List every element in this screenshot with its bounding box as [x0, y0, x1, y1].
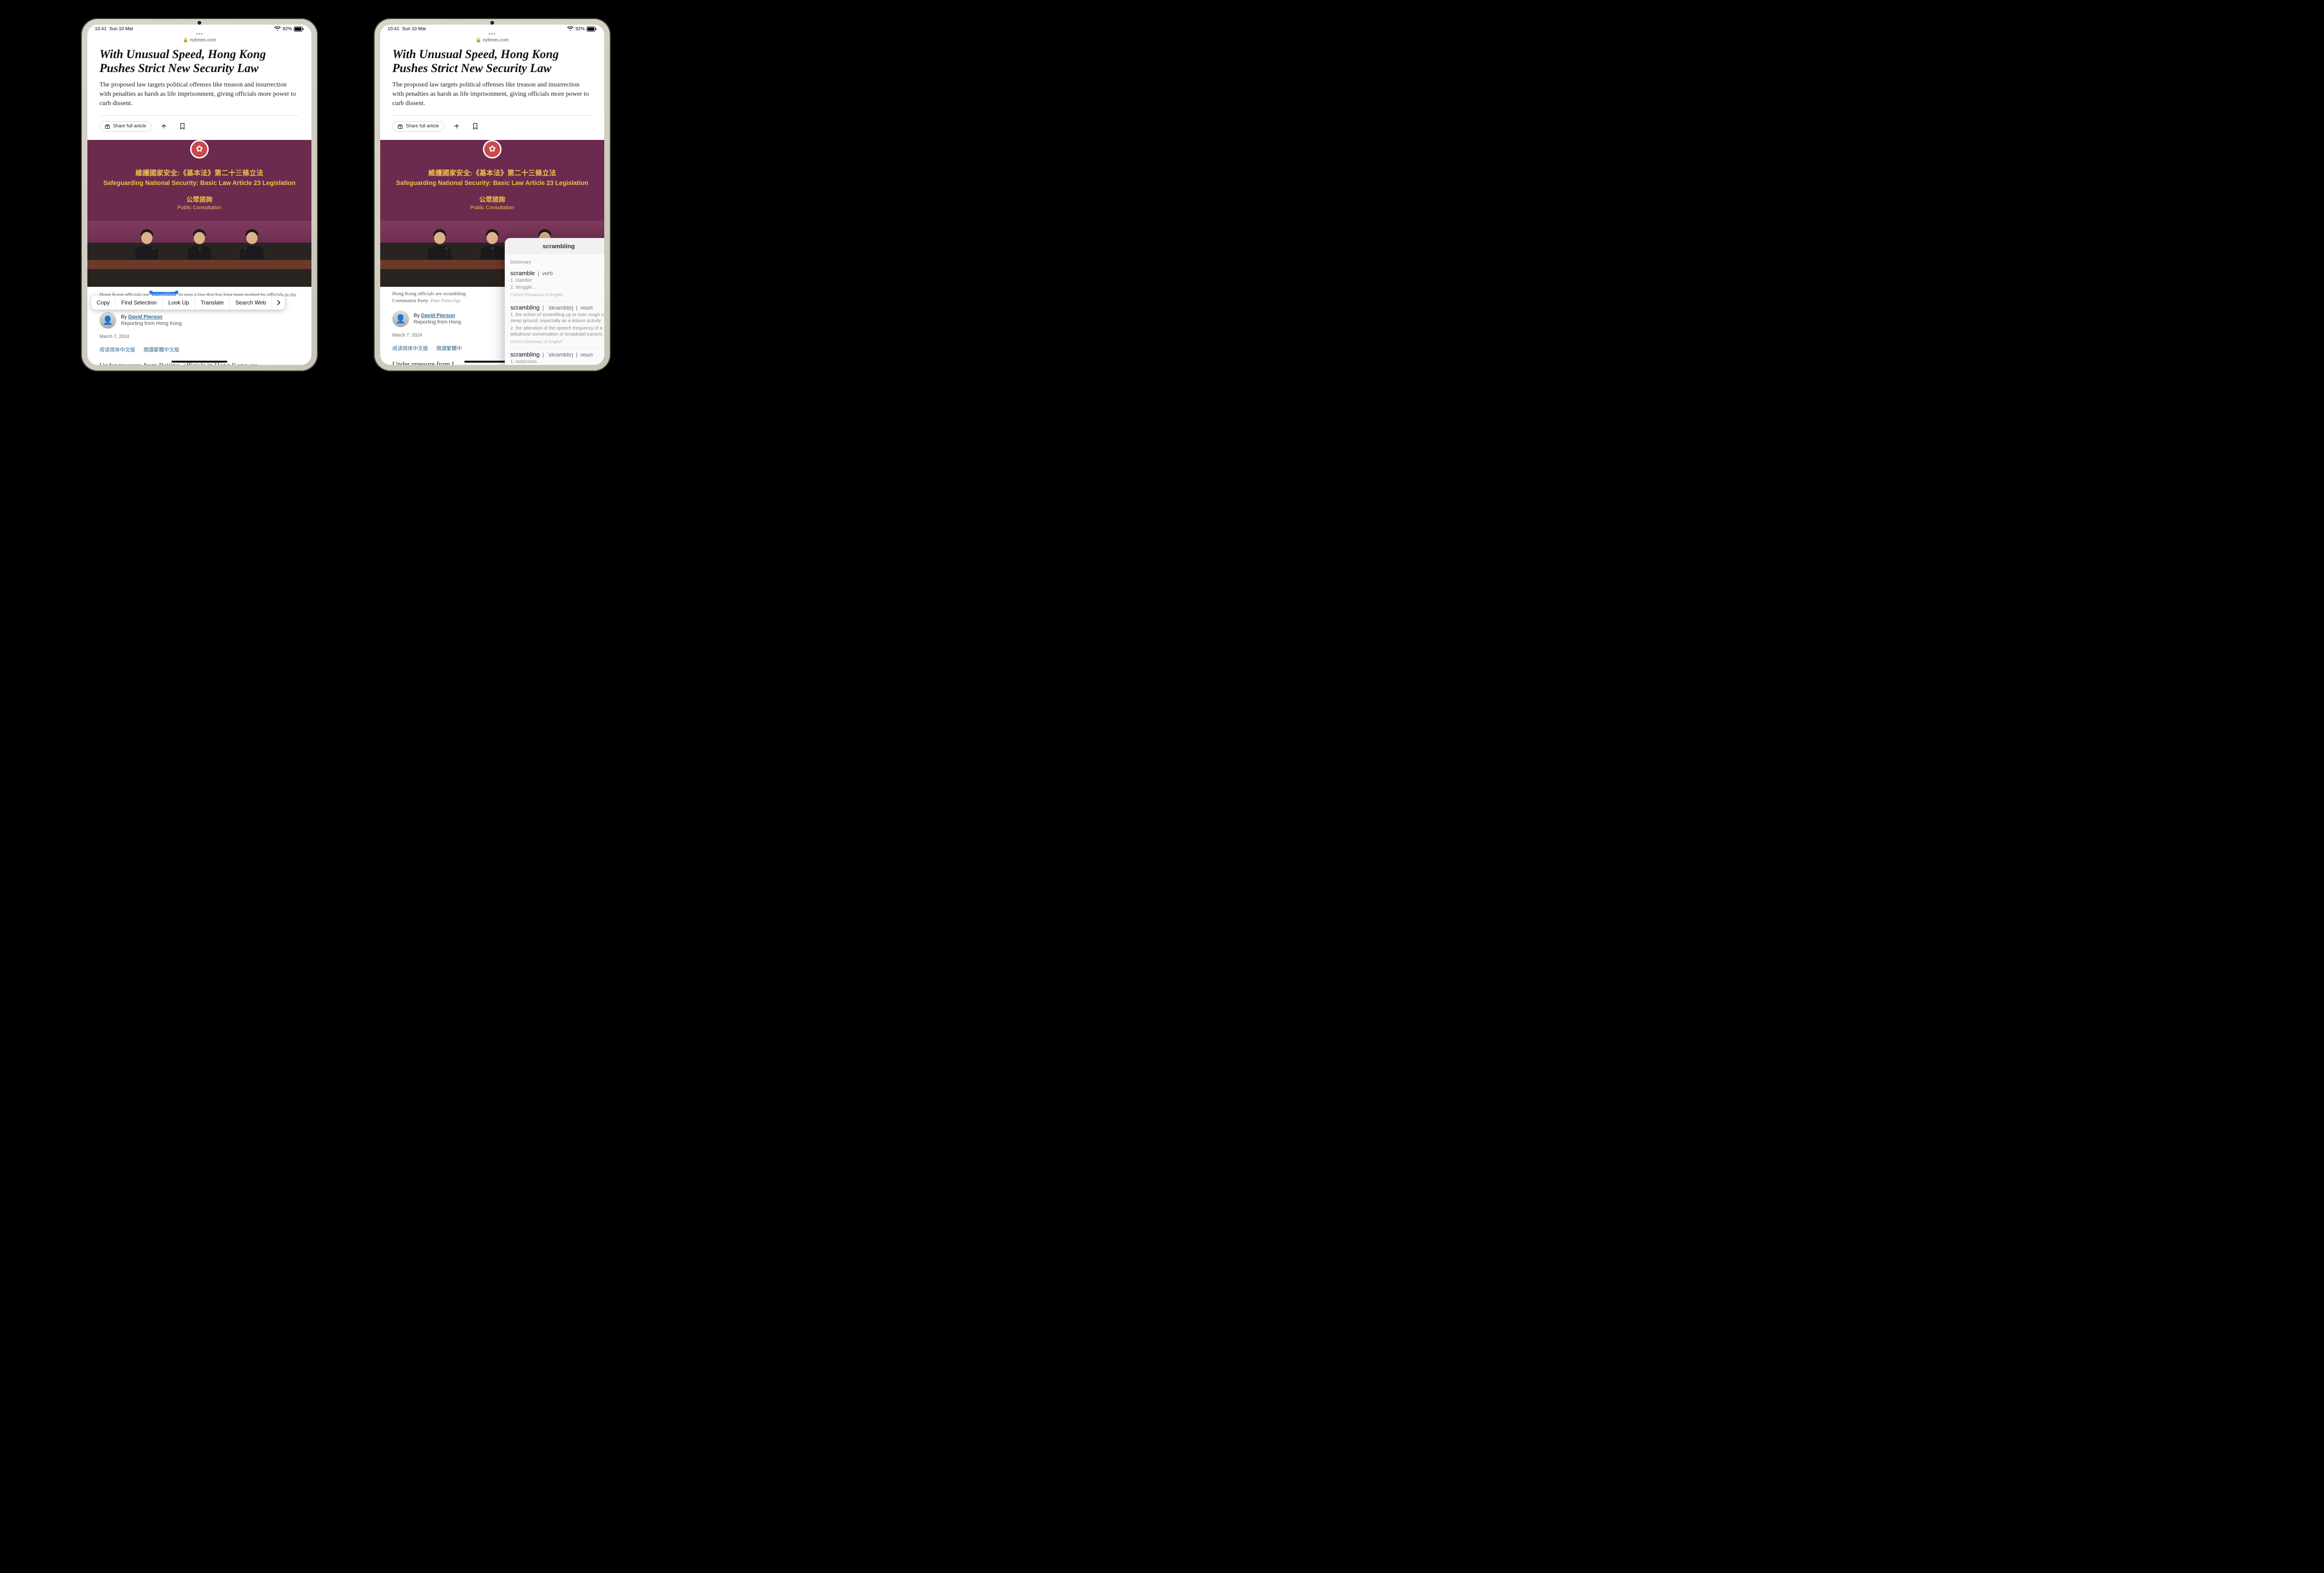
figure-person: [134, 230, 160, 263]
lang-traditional-link[interactable]: 閱讀繁體中: [436, 346, 462, 351]
front-camera: [198, 21, 201, 25]
author-avatar: 👤: [392, 311, 409, 327]
ipad-right: 10:41 Sun 10 Mar 92% ••• 🔒 nytimes.com W…: [374, 18, 611, 371]
lock-icon: 🔒: [475, 38, 481, 43]
mic-icon: [199, 249, 200, 261]
divider: [392, 115, 592, 116]
menu-translate[interactable]: Translate: [195, 296, 230, 310]
lang-traditional-link[interactable]: 閱讀繁體中文版: [144, 347, 179, 353]
mic-icon: [446, 249, 447, 261]
mic-icon: [492, 249, 493, 261]
lock-icon: 🔒: [183, 38, 188, 43]
screen-left: 10:41 Sun 10 Mar 92% ••• 🔒 nytimes.com W…: [87, 25, 311, 365]
menu-search-web[interactable]: Search Web: [230, 296, 272, 310]
lookup-entry[interactable]: scramble | verb 1. clamber 2. struggle… …: [510, 267, 604, 301]
bookmark-button[interactable]: [177, 120, 189, 132]
article-actions: Share full article: [99, 120, 299, 132]
article-deck: The proposed law targets political offen…: [99, 80, 299, 109]
front-camera: [490, 21, 494, 25]
byline-block: 👤 By David Pierson Reporting from Hong K…: [99, 312, 299, 329]
lookup-title: scrambling: [505, 238, 604, 254]
gift-icon: [397, 124, 403, 129]
hk-emblem-icon: ✿: [483, 140, 502, 159]
reporting-from: Reporting from Hong Kong: [121, 321, 182, 326]
share-button[interactable]: [158, 120, 170, 132]
multitask-dots[interactable]: •••: [87, 31, 311, 37]
hero-cn1: 維護國家安全:《基本法》第二十三條立法: [87, 168, 311, 178]
ipad-left: 10:41 Sun 10 Mar 92% ••• 🔒 nytimes.com W…: [81, 18, 318, 371]
author-link[interactable]: David Pierson: [128, 314, 162, 320]
article-headline: With Unusual Speed, Hong Kong Pushes Str…: [392, 47, 592, 76]
lookup-section-dictionary: Dictionary: [510, 260, 604, 265]
gift-icon: [105, 124, 110, 129]
hero-cn2: 公眾諮詢: [380, 195, 604, 204]
photo-credit: Peter Parks/Age: [430, 298, 461, 304]
share-button[interactable]: [451, 120, 463, 132]
hero-image: ✿ 維護國家安全:《基本法》第二十三條立法 Safeguarding Natio…: [87, 140, 311, 287]
lookup-entry[interactable]: scrambling | ˈskramblɪŋ | noun 1. the ac…: [510, 301, 604, 348]
share-label: Share full article: [113, 124, 146, 129]
share-full-article-button[interactable]: Share full article: [99, 121, 152, 132]
share-full-article-button[interactable]: Share full article: [392, 121, 444, 132]
text-selection-menu: Copy Find Selection Look Up Translate Se…: [91, 296, 285, 310]
url-host: nytimes.com: [190, 38, 216, 43]
menu-copy[interactable]: Copy: [91, 296, 116, 310]
figure-person: [239, 230, 265, 263]
hero-en1: Safeguarding National Security: Basic La…: [380, 179, 604, 186]
screen-right: 10:41 Sun 10 Mar 92% ••• 🔒 nytimes.com W…: [380, 25, 604, 365]
lookup-popover: scrambling Dictionary scramble | verb 1.…: [505, 238, 604, 365]
article-content: With Unusual Speed, Hong Kong Pushes Str…: [87, 45, 311, 365]
author-link[interactable]: David Pierson: [421, 313, 455, 318]
article-deck: The proposed law targets political offen…: [392, 80, 592, 109]
url-host: nytimes.com: [483, 38, 509, 43]
reporting-from: Reporting from Hong: [414, 319, 461, 325]
lang-simplified-link[interactable]: 阅读简体中文版: [99, 347, 135, 353]
mic-icon: [153, 249, 154, 261]
desk: [87, 260, 311, 269]
hero-en2: Public Consultation: [87, 205, 311, 211]
article-headline: With Unusual Speed, Hong Kong Pushes Str…: [99, 47, 299, 76]
divider: [99, 115, 299, 116]
hero-cn1: 維護國家安全:《基本法》第二十三條立法: [380, 168, 604, 178]
article-actions: Share full article: [392, 120, 592, 132]
publish-date: March 7, 2024: [99, 334, 299, 339]
multitask-dots[interactable]: •••: [380, 31, 604, 37]
lookup-entry[interactable]: scrambling | ˈskramblɪŋ | noun 1. motocr…: [510, 348, 604, 365]
hero-cn2: 公眾諮詢: [87, 195, 311, 204]
hero-en2: Public Consultation: [380, 205, 604, 211]
home-indicator[interactable]: [172, 361, 227, 363]
language-links: 阅读简体中文版 · 閱讀繁體中文版: [99, 346, 299, 353]
menu-look-up[interactable]: Look Up: [163, 296, 195, 310]
url-bar[interactable]: 🔒 nytimes.com: [87, 37, 311, 45]
article-content: With Unusual Speed, Hong Kong Pushes Str…: [380, 45, 604, 365]
hero-en1: Safeguarding National Security: Basic La…: [87, 179, 311, 186]
lang-simplified-link[interactable]: 阅读简体中文版: [392, 346, 428, 351]
menu-find-selection[interactable]: Find Selection: [116, 296, 163, 310]
hk-emblem-icon: ✿: [190, 140, 209, 159]
menu-more-arrow[interactable]: [272, 296, 285, 310]
mic-icon: [244, 249, 245, 261]
url-bar[interactable]: 🔒 nytimes.com: [380, 37, 604, 45]
share-label: Share full article: [406, 124, 439, 129]
figure-person: [427, 230, 453, 263]
author-avatar: 👤: [99, 312, 116, 329]
bookmark-button[interactable]: [469, 120, 482, 132]
